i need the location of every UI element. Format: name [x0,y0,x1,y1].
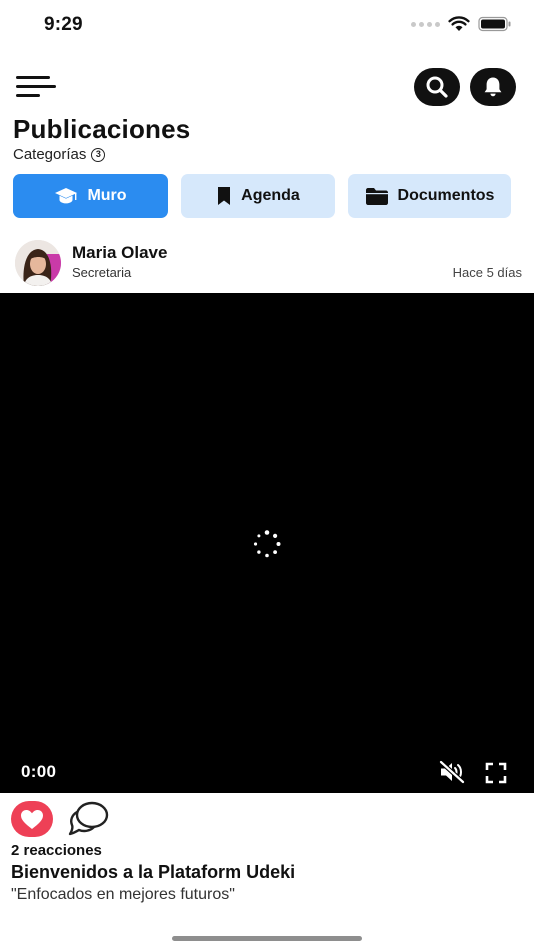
notifications-button[interactable] [470,68,516,106]
video-current-time: 0:00 [21,762,57,781]
avatar[interactable] [15,240,61,286]
wifi-icon [448,16,470,31]
home-indicator[interactable] [172,936,362,941]
top-bar [0,66,534,110]
comment-icon[interactable] [68,800,110,838]
tab-muro[interactable]: Muro [13,174,168,218]
tab-agenda-label: Agenda [241,187,300,204]
search-icon [426,76,448,98]
author-name[interactable]: Maria Olave [72,243,167,263]
post-title: Bienvenidos a la Plataform Udeki [11,862,296,882]
like-button[interactable] [11,801,53,837]
post-header: Maria Olave Secretaria Hace 5 días [0,236,534,290]
loading-spinner-icon [253,530,281,558]
bookmark-icon [218,187,231,205]
search-button[interactable] [414,68,460,106]
categories-filter[interactable]: Categorías 3 [13,146,106,163]
categories-count-badge: 3 [91,147,106,162]
tab-documentos[interactable]: Documentos [348,174,511,218]
fullscreen-icon[interactable] [485,762,507,784]
status-bar: 9:29 [0,0,534,52]
bell-icon [484,77,502,97]
heart-icon [21,809,43,829]
battery-icon [478,16,511,32]
menu-icon[interactable] [16,74,56,100]
post-subtitle: "Enfocados en mejores futuros" [11,886,235,903]
mute-icon[interactable] [438,760,466,784]
graduation-cap-icon [55,188,78,204]
reactions-count[interactable]: 2 reacciones [11,842,102,859]
status-time: 9:29 [44,14,83,35]
tab-documentos-label: Documentos [397,187,495,204]
tab-muro-label: Muro [87,187,127,204]
categories-label: Categorías [13,146,87,163]
page-title: Publicaciones [13,114,191,144]
post-timestamp: Hace 5 días [452,265,522,280]
author-photo [15,240,61,286]
signal-dots-icon [411,21,440,27]
author-role: Secretaria [72,265,132,280]
status-icons [411,16,512,32]
tab-agenda[interactable]: Agenda [181,174,335,218]
folder-icon [365,187,388,205]
